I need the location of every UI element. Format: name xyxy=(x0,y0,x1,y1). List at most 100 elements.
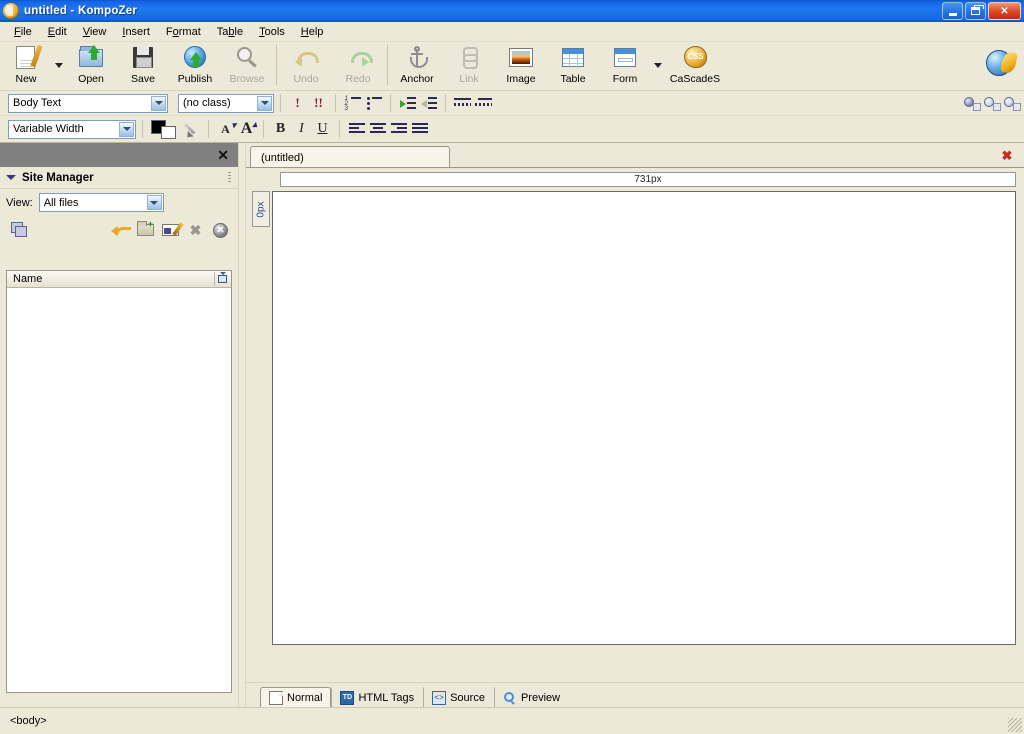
close-button[interactable]: ✕ xyxy=(988,2,1021,20)
link-objects-icon[interactable] xyxy=(984,95,1001,111)
panel-grip[interactable] xyxy=(228,172,231,184)
file-list-header: Name xyxy=(7,271,231,288)
rename-button[interactable] xyxy=(159,219,182,241)
definition-term-icon xyxy=(454,97,471,109)
redo-button[interactable]: Redo xyxy=(332,42,384,89)
panel-splitter[interactable] xyxy=(238,143,246,707)
file-list-column-name[interactable]: Name xyxy=(13,273,42,285)
definition-description-button[interactable] xyxy=(474,93,493,113)
anchor-button[interactable]: Anchor xyxy=(391,42,443,89)
chevron-down-icon[interactable] xyxy=(151,95,166,111)
highlight-color-button[interactable] xyxy=(182,119,201,139)
stop-button[interactable]: ✕ xyxy=(209,219,232,241)
css-palette-icon: CSS xyxy=(681,45,709,71)
menu-insert[interactable]: Insert xyxy=(114,24,158,40)
restore-button[interactable] xyxy=(965,2,986,20)
triangle-down-icon[interactable] xyxy=(6,175,16,180)
minimize-button[interactable] xyxy=(942,2,963,20)
emphasis-button[interactable]: ! xyxy=(288,93,307,113)
source-code-icon: <> xyxy=(432,690,447,705)
site-objects-icon[interactable] xyxy=(1004,95,1021,111)
new-dropdown-button[interactable] xyxy=(52,42,65,89)
align-justify-button[interactable] xyxy=(410,119,429,139)
smaller-a-icon: A xyxy=(221,121,230,136)
background-color-swatch[interactable] xyxy=(161,125,176,139)
css-mode-toggle-icon[interactable] xyxy=(964,95,981,111)
definition-term-button[interactable] xyxy=(453,93,472,113)
menu-view[interactable]: View xyxy=(75,24,115,40)
align-justify-icon xyxy=(411,123,428,135)
file-list-body[interactable] xyxy=(7,288,231,692)
status-bar-path[interactable]: <body> xyxy=(10,715,47,727)
menu-table[interactable]: Table xyxy=(209,24,251,40)
indent-button[interactable] xyxy=(398,93,417,113)
form-button[interactable]: Form xyxy=(599,42,651,89)
align-right-button[interactable] xyxy=(389,119,408,139)
new-folder-button[interactable] xyxy=(134,219,157,241)
document-tab-label: (untitled) xyxy=(261,151,304,164)
view-filter-select[interactable]: All files xyxy=(38,193,164,212)
go-up-button[interactable] xyxy=(109,219,132,241)
bold-button[interactable]: B xyxy=(271,119,290,139)
class-select[interactable]: (no class) xyxy=(178,93,274,113)
font-select[interactable]: Variable Width xyxy=(8,119,136,139)
menu-format[interactable]: Format xyxy=(158,24,209,40)
tab-html-tags[interactable]: TD HTML Tags xyxy=(331,687,424,707)
menu-edit[interactable]: Edit xyxy=(40,24,75,40)
redo-button-label: Redo xyxy=(345,73,371,85)
open-button[interactable]: Open xyxy=(65,42,117,89)
strong-emphasis-button[interactable]: !! xyxy=(309,93,328,113)
link-button[interactable]: Link xyxy=(443,42,495,89)
smaller-font-button[interactable]: A ▾ xyxy=(216,119,236,139)
vertical-ruler[interactable]: 0px xyxy=(252,191,270,227)
kompozer-logo-icon xyxy=(3,3,19,19)
outdent-button[interactable] xyxy=(419,93,438,113)
text-color-picker[interactable] xyxy=(151,119,181,139)
table-button[interactable]: Table xyxy=(547,42,599,89)
cascades-button[interactable]: CSS CaScadeS xyxy=(664,42,726,89)
image-button[interactable]: Image xyxy=(495,42,547,89)
resize-grip[interactable] xyxy=(1008,718,1022,732)
column-picker-icon[interactable] xyxy=(214,272,229,286)
edit-sites-button[interactable] xyxy=(8,219,31,241)
undo-button[interactable]: Undo xyxy=(280,42,332,89)
align-left-button[interactable] xyxy=(347,119,366,139)
mozilla-globe-feather-icon[interactable] xyxy=(986,50,1018,78)
site-manager-title-bar[interactable]: Site Manager xyxy=(0,167,238,189)
italic-button[interactable]: I xyxy=(292,119,311,139)
site-file-list[interactable]: Name xyxy=(6,270,232,693)
save-button[interactable]: Save xyxy=(117,42,169,89)
menu-help[interactable]: Help xyxy=(293,24,332,40)
kompozer-window: untitled - KompoZer ✕ File Edit View Ins… xyxy=(0,0,1024,734)
document-tab[interactable]: (untitled) xyxy=(250,146,450,168)
chevron-down-icon[interactable] xyxy=(119,121,134,137)
form-dropdown-button[interactable] xyxy=(651,42,664,89)
close-tab-icon[interactable]: ✖ xyxy=(998,147,1016,164)
delete-button[interactable]: ✖ xyxy=(184,219,207,241)
menu-insert-rest: nsert xyxy=(125,25,150,38)
larger-font-button[interactable]: A ▴ xyxy=(237,119,257,139)
paragraph-format-select[interactable]: Body Text xyxy=(8,93,168,113)
tab-preview[interactable]: Preview xyxy=(493,687,570,707)
unordered-list-icon xyxy=(366,96,382,110)
format-separator-6 xyxy=(208,120,209,138)
horizontal-ruler[interactable]: 731px xyxy=(280,172,1016,187)
align-center-button[interactable] xyxy=(368,119,387,139)
menu-tools[interactable]: Tools xyxy=(251,24,293,40)
chevron-down-icon[interactable] xyxy=(146,195,162,210)
bulleted-list-button[interactable] xyxy=(364,93,383,113)
new-button[interactable]: New xyxy=(0,42,52,89)
chevron-down-icon[interactable] xyxy=(257,95,272,111)
browse-magnifier-icon xyxy=(233,45,261,71)
sidebar-close-button[interactable]: ✕ xyxy=(217,148,229,162)
publish-button[interactable]: Publish xyxy=(169,42,221,89)
tab-source[interactable]: <> Source xyxy=(423,687,494,707)
browse-button[interactable]: Browse xyxy=(221,42,273,89)
underline-button[interactable]: U xyxy=(313,119,332,139)
editor-canvas[interactable] xyxy=(272,191,1016,645)
menu-tools-rest: ools xyxy=(264,25,285,38)
numbered-list-button[interactable]: 123 xyxy=(343,93,362,113)
menu-file[interactable]: File xyxy=(6,24,40,40)
menu-view-rest: iew xyxy=(89,25,107,38)
tab-normal[interactable]: Normal xyxy=(260,687,332,707)
